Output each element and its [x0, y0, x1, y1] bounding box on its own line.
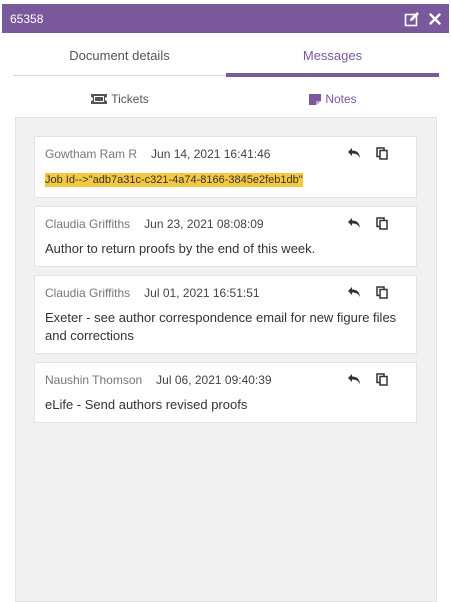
- note-card: Naushin Thomson Jul 06, 2021 09:40:39 eL…: [34, 362, 417, 423]
- note-icon: [308, 93, 322, 106]
- subtab-notes-label: Notes: [325, 92, 357, 106]
- note-text: Author to return proofs by the end of th…: [45, 241, 316, 256]
- notes-panel: Gowtham Ram R Jun 14, 2021 16:41:46 Job …: [15, 117, 437, 602]
- note-job-id-highlight: Job Id-->"adb7a31c-c321-4a74-8166-3845e2…: [45, 173, 303, 187]
- note-text: eLife - Send authors revised proofs: [45, 397, 248, 412]
- tab-document-details[interactable]: Document details: [13, 36, 226, 75]
- subtab-tickets[interactable]: Tickets: [13, 88, 226, 110]
- note-text: Exeter - see author correspondence email…: [45, 310, 397, 343]
- note-author: Gowtham Ram R: [45, 146, 138, 161]
- reply-icon[interactable]: [347, 373, 361, 386]
- window-title: 65358: [10, 11, 44, 26]
- note-date: Jun 23, 2021 08:08:09: [144, 216, 264, 231]
- copy-icon[interactable]: [376, 373, 388, 386]
- note-card: Gowtham Ram R Jun 14, 2021 16:41:46 Job …: [34, 136, 417, 198]
- reply-icon[interactable]: [347, 286, 361, 299]
- copy-icon[interactable]: [376, 286, 388, 299]
- ticket-icon: [90, 93, 108, 105]
- reply-icon[interactable]: [347, 147, 361, 160]
- edit-icon[interactable]: [404, 11, 420, 27]
- message-subtabs: Tickets Notes: [13, 88, 439, 110]
- note-date: Jul 06, 2021 09:40:39: [156, 372, 272, 387]
- subtab-tickets-label: Tickets: [111, 92, 149, 106]
- note-author: Naushin Thomson: [45, 372, 143, 387]
- note-actions: [347, 217, 388, 230]
- window-titlebar: 65358: [2, 4, 449, 33]
- subtab-notes[interactable]: Notes: [226, 88, 439, 110]
- reply-icon[interactable]: [347, 217, 361, 230]
- main-tabs: Document details Messages: [13, 36, 439, 77]
- note-actions: [347, 147, 388, 160]
- note-card: Claudia Griffiths Jul 01, 2021 16:51:51 …: [34, 275, 417, 354]
- note-card: Claudia Griffiths Jun 23, 2021 08:08:09 …: [34, 206, 417, 267]
- copy-icon[interactable]: [376, 147, 388, 160]
- note-date: Jul 01, 2021 16:51:51: [144, 285, 260, 300]
- close-icon[interactable]: [429, 12, 441, 25]
- titlebar-actions: [404, 11, 441, 27]
- note-author: Claudia Griffiths: [45, 216, 131, 231]
- note-date: Jun 14, 2021 16:41:46: [151, 146, 271, 161]
- note-author: Claudia Griffiths: [45, 285, 131, 300]
- note-actions: [347, 286, 388, 299]
- note-actions: [347, 373, 388, 386]
- note-text: Job Id-->"adb7a31c-c321-4a74-8166-3845e2…: [45, 170, 406, 197]
- tab-messages[interactable]: Messages: [226, 36, 439, 77]
- copy-icon[interactable]: [376, 217, 388, 230]
